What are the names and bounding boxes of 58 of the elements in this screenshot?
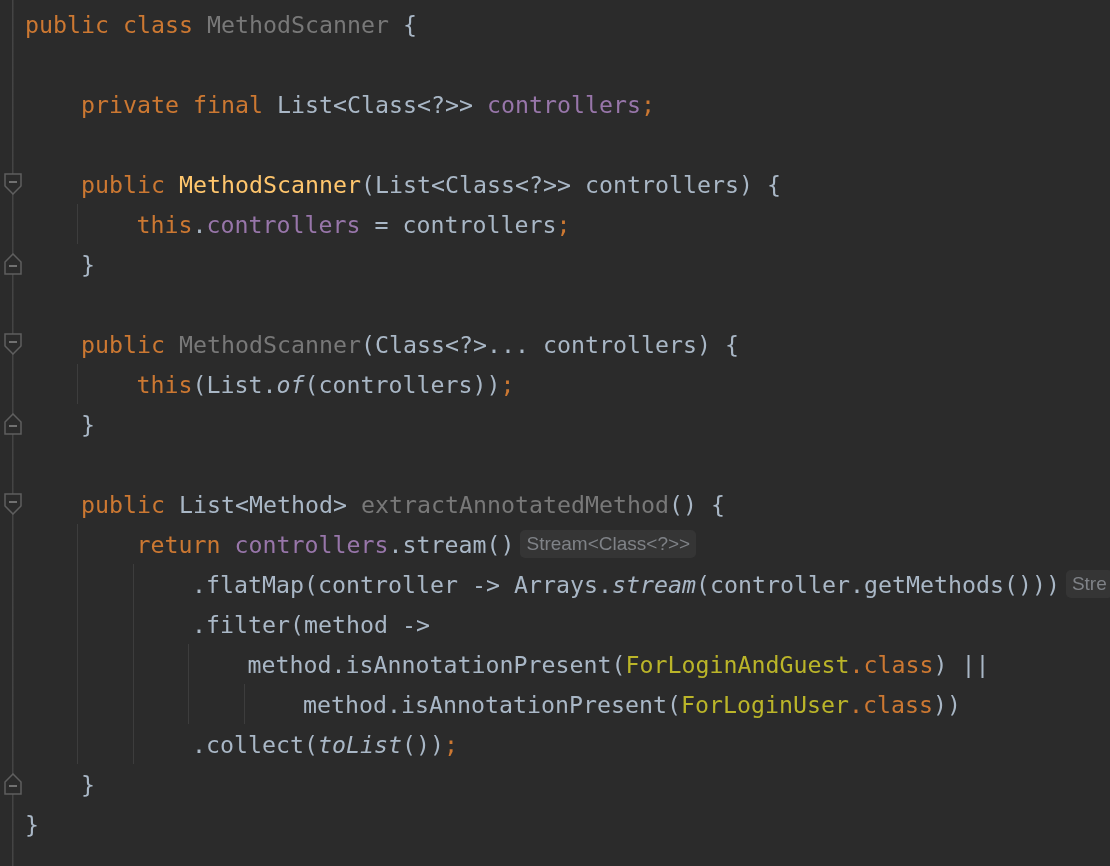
- code-field: controllers: [206, 210, 361, 238]
- code-keyword: ;: [640, 90, 655, 118]
- fold-icon[interactable]: [4, 173, 22, 195]
- code-keyword: public: [81, 170, 166, 198]
- code-text: List<Class<?>>: [276, 90, 474, 118]
- code-text: (List.: [192, 370, 277, 398]
- code-keyword: ;: [444, 730, 458, 758]
- code-text: .flatMap(controller -> Arrays.: [192, 570, 612, 598]
- fold-icon[interactable]: [4, 493, 22, 515]
- fold-icon[interactable]: [4, 773, 22, 795]
- fold-icon[interactable]: [4, 413, 22, 435]
- code-text: (List<Class<?>> controllers) {: [360, 170, 781, 198]
- fold-icon[interactable]: [4, 333, 22, 355]
- code-text: (Class<?>... controllers) {: [360, 330, 739, 358]
- code-keyword: public: [81, 330, 166, 358]
- code-keyword: private final: [81, 90, 264, 118]
- code-field: controllers: [486, 90, 641, 118]
- code-text: .collect(: [192, 730, 318, 758]
- code-keyword: return: [136, 530, 222, 558]
- code-text: }: [81, 410, 95, 438]
- code-method-call: toList: [318, 730, 402, 758]
- code-text: )): [932, 690, 961, 718]
- code-text: method.isAnnotationPresent(: [247, 650, 626, 678]
- code-method-call: stream: [611, 570, 696, 598]
- fold-icon[interactable]: [4, 253, 22, 275]
- code-keyword: .class: [849, 650, 934, 678]
- code-text: }: [81, 770, 95, 798]
- type-hint: Stre: [1065, 570, 1110, 598]
- code-keyword: this: [136, 370, 193, 398]
- code-class-name: ForLoginUser: [680, 690, 849, 718]
- code-identifier: MethodScanner: [207, 10, 389, 38]
- code-identifier: MethodScanner: [179, 330, 361, 358]
- code-keyword: ;: [556, 210, 571, 238]
- code-keyword: this: [136, 210, 193, 238]
- code-text: ()): [402, 730, 444, 758]
- code-keyword: .class: [848, 690, 933, 718]
- code-text: = controllers: [373, 210, 557, 238]
- code-text: (controller.getMethods())): [695, 570, 1060, 598]
- code-method-name: MethodScanner: [179, 170, 361, 198]
- code-text: List<Method>: [179, 490, 348, 518]
- code-text: {: [401, 10, 417, 38]
- type-hint: Stream<Class<?>>: [520, 530, 697, 558]
- code-method-call: of: [276, 370, 305, 398]
- code-text: ) ||: [933, 650, 990, 678]
- code-text: () {: [668, 490, 725, 518]
- code-text: .filter(method ->: [192, 610, 430, 638]
- code-field: controllers: [234, 530, 389, 558]
- code-text: .: [192, 210, 207, 238]
- code-text: method.isAnnotationPresent(: [303, 690, 681, 718]
- code-keyword: ;: [500, 370, 515, 398]
- code-keyword: public: [81, 490, 166, 518]
- code-keyword: public class: [25, 10, 194, 38]
- code-identifier: extractAnnotatedMethod: [360, 490, 669, 518]
- code-text: .stream(): [388, 530, 515, 558]
- code-text: }: [81, 250, 95, 278]
- code-class-name: ForLoginAndGuest: [625, 650, 850, 678]
- code-text: (controllers)): [304, 370, 501, 398]
- code-text: }: [25, 810, 39, 838]
